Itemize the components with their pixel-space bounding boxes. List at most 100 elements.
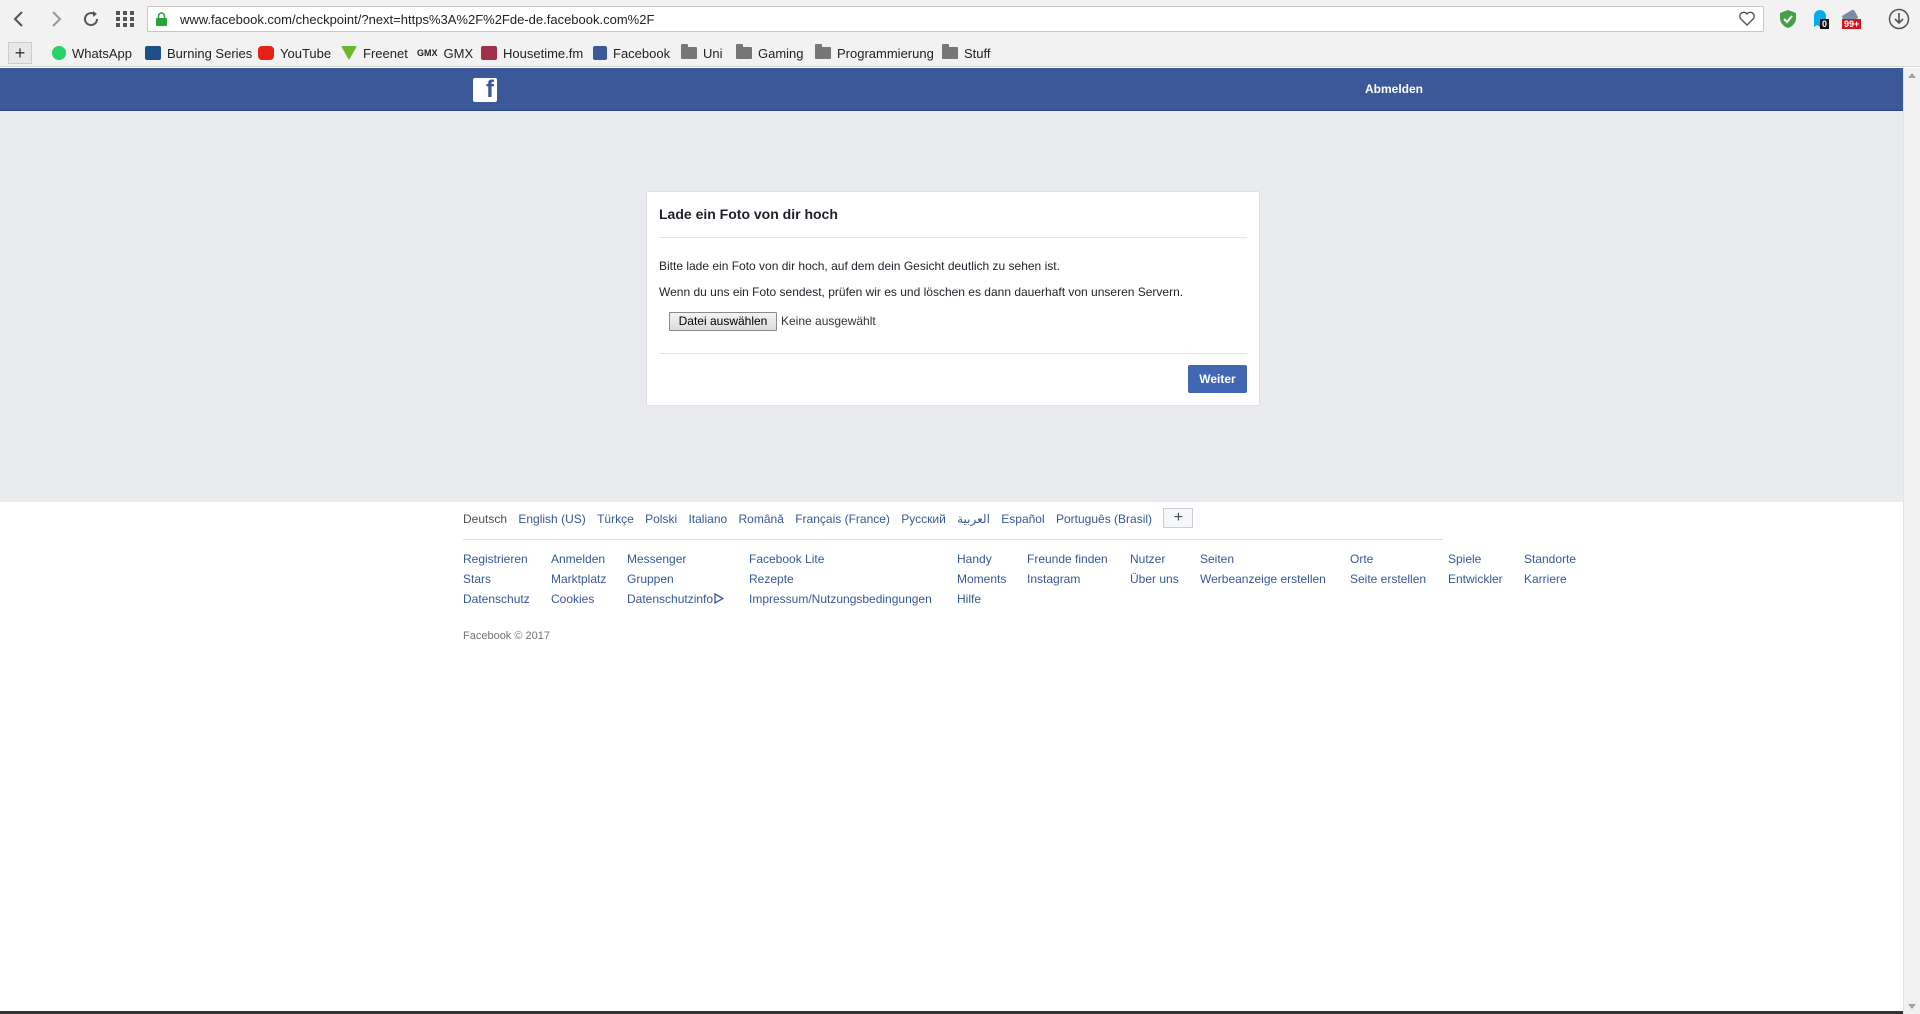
file-status: Keine ausgewählt [781, 314, 876, 328]
bookmark-folder-stuff[interactable]: Stuff [942, 44, 991, 62]
language-link[interactable]: Español [1001, 512, 1044, 526]
footer-link[interactable]: Moments [957, 569, 1006, 589]
language-link[interactable]: English (US) [518, 512, 585, 526]
bookmark-folder-uni[interactable]: Uni [681, 44, 723, 62]
footer-link[interactable]: Datenschutz [463, 589, 530, 609]
footer-link[interactable]: Anmelden [551, 549, 606, 569]
lock-icon [156, 12, 167, 26]
ext-badge-count: 99+ [1842, 19, 1862, 29]
bookmark-heart-icon[interactable] [1737, 10, 1757, 30]
gmx-icon: GMX [417, 48, 438, 58]
folder-icon [681, 44, 697, 59]
bookmark-folder-programmierung[interactable]: Programmierung [815, 44, 934, 62]
vertical-scrollbar[interactable] [1903, 68, 1920, 1014]
footer-link[interactable]: Rezepte [749, 569, 932, 589]
bookmark-label: Stuff [964, 45, 991, 61]
upload-photo-dialog: Lade ein Foto von dir hoch Bitte lade ei… [646, 191, 1260, 406]
bookmark-label: Programmierung [837, 45, 934, 61]
reload-icon[interactable] [80, 8, 102, 30]
language-link[interactable]: Türkçe [597, 512, 634, 526]
footer-link[interactable]: Cookies [551, 589, 606, 609]
bookmark-gmx[interactable]: GMX GMX [417, 44, 473, 62]
bookmark-whatsapp[interactable]: WhatsApp [52, 44, 132, 62]
language-link[interactable]: Italiano [688, 512, 727, 526]
download-icon[interactable] [1888, 8, 1910, 30]
bookmark-label: Gaming [758, 45, 804, 61]
footer-column: Registrieren Stars Datenschutz [463, 549, 530, 609]
footer-link[interactable]: Registrieren [463, 549, 530, 569]
footer-link[interactable]: Standorte [1524, 549, 1576, 569]
footer-link[interactable]: Messenger [627, 549, 724, 569]
footer-column: Orte Seite erstellen [1350, 549, 1426, 589]
language-link[interactable]: Polski [645, 512, 677, 526]
facebook-logo-icon[interactable]: f [473, 76, 497, 103]
footer-link[interactable]: Karriere [1524, 569, 1576, 589]
dialog-privacy-note: Wenn du uns ein Foto sendest, prüfen wir… [659, 285, 1184, 299]
dialog-instruction: Bitte lade ein Foto von dir hoch, auf de… [659, 259, 1060, 273]
footer-link[interactable]: Spiele [1448, 549, 1503, 569]
footer-column: Nutzer Über uns [1130, 549, 1179, 589]
bookmark-housetime[interactable]: Housetime.fm [481, 44, 583, 62]
more-languages-button[interactable]: + [1163, 508, 1194, 528]
footer-link[interactable]: Nutzer [1130, 549, 1179, 569]
folder-icon [942, 44, 958, 59]
url-text[interactable]: www.facebook.com/checkpoint/?next=https%… [180, 12, 654, 27]
bookmark-label: WhatsApp [72, 45, 132, 61]
ghostery-extension-icon[interactable]: 0 [1811, 9, 1831, 29]
facebook-icon [593, 46, 607, 60]
footer-link[interactable]: Orte [1350, 549, 1426, 569]
next-button[interactable]: Weiter [1188, 365, 1247, 393]
footer-link[interactable]: Seiten [1200, 549, 1326, 569]
footer-link[interactable]: Seite erstellen [1350, 569, 1426, 589]
footer-column: Freunde finden Instagram [1027, 549, 1108, 589]
footer-column: Standorte Karriere [1524, 549, 1576, 589]
logout-link[interactable]: Abmelden [1365, 82, 1423, 96]
ublock-extension-icon[interactable]: 99+ [1840, 9, 1862, 29]
footer-link[interactable]: Handy [957, 549, 1006, 569]
footer-link[interactable]: Über uns [1130, 569, 1179, 589]
language-link[interactable]: Română [739, 512, 784, 526]
bookmark-label: Housetime.fm [503, 45, 584, 61]
language-link[interactable]: Русский [901, 512, 946, 526]
forward-icon[interactable] [45, 8, 67, 30]
footer-link[interactable]: Werbeanzeige erstellen [1200, 569, 1326, 589]
footer-link-datenschutzinfo[interactable]: Datenschutzinfo [627, 589, 725, 609]
back-icon[interactable] [8, 8, 30, 30]
ext-badge-count: 0 [1820, 19, 1830, 29]
footer-link[interactable]: Impressum/Nutzungsbedingungen [749, 589, 932, 609]
bookmark-folder-gaming[interactable]: Gaming [736, 44, 804, 62]
folder-icon [815, 44, 831, 59]
language-link[interactable]: العربية [957, 512, 990, 526]
bookmark-facebook[interactable]: Facebook [593, 44, 670, 62]
shield-extension-icon[interactable] [1779, 9, 1799, 29]
bookmark-freenet[interactable]: Freenet [341, 44, 408, 62]
scroll-up-icon[interactable] [1908, 73, 1916, 78]
language-link[interactable]: Português (Brasil) [1056, 512, 1152, 526]
bookmark-label: GMX [443, 45, 474, 61]
footer-link[interactable]: Instagram [1027, 569, 1108, 589]
language-link[interactable]: Français (France) [795, 512, 890, 526]
footer-link[interactable]: Gruppen [627, 569, 724, 589]
footer-column: Facebook Lite Rezepte Impressum/Nutzungs… [749, 549, 932, 609]
bookmark-youtube[interactable]: YouTube [258, 44, 331, 62]
footer-column: Anmelden Marktplatz Cookies [551, 549, 606, 609]
footer-link[interactable]: Facebook Lite [749, 549, 932, 569]
footer-link[interactable]: Marktplatz [551, 569, 606, 589]
speed-dial-icon[interactable] [114, 8, 136, 30]
checkpoint-content: Lade ein Foto von dir hoch Bitte lade ei… [0, 111, 1903, 502]
adchoices-icon [714, 592, 725, 605]
scroll-down-icon[interactable] [1908, 1004, 1916, 1009]
bookmark-label: Freenet [363, 45, 408, 61]
browser-chrome: www.facebook.com/checkpoint/?next=https%… [0, 0, 1920, 67]
footer-link[interactable]: Hilfe [957, 589, 1006, 609]
footer-link[interactable]: Entwickler [1448, 569, 1503, 589]
footer-link[interactable]: Stars [463, 569, 530, 589]
bs-icon [145, 46, 161, 60]
footer-link[interactable]: Freunde finden [1027, 549, 1108, 569]
address-bar[interactable]: www.facebook.com/checkpoint/?next=https%… [147, 6, 1764, 32]
bookmarks-bar: WhatsApp Burning Series YouTube Freenet … [0, 40, 1920, 66]
bookmark-label: Facebook [613, 45, 671, 61]
choose-file-button[interactable]: Datei auswählen [669, 312, 777, 331]
copyright: Facebook © 2017 [463, 630, 550, 642]
bookmark-burning-series[interactable]: Burning Series [145, 44, 252, 62]
